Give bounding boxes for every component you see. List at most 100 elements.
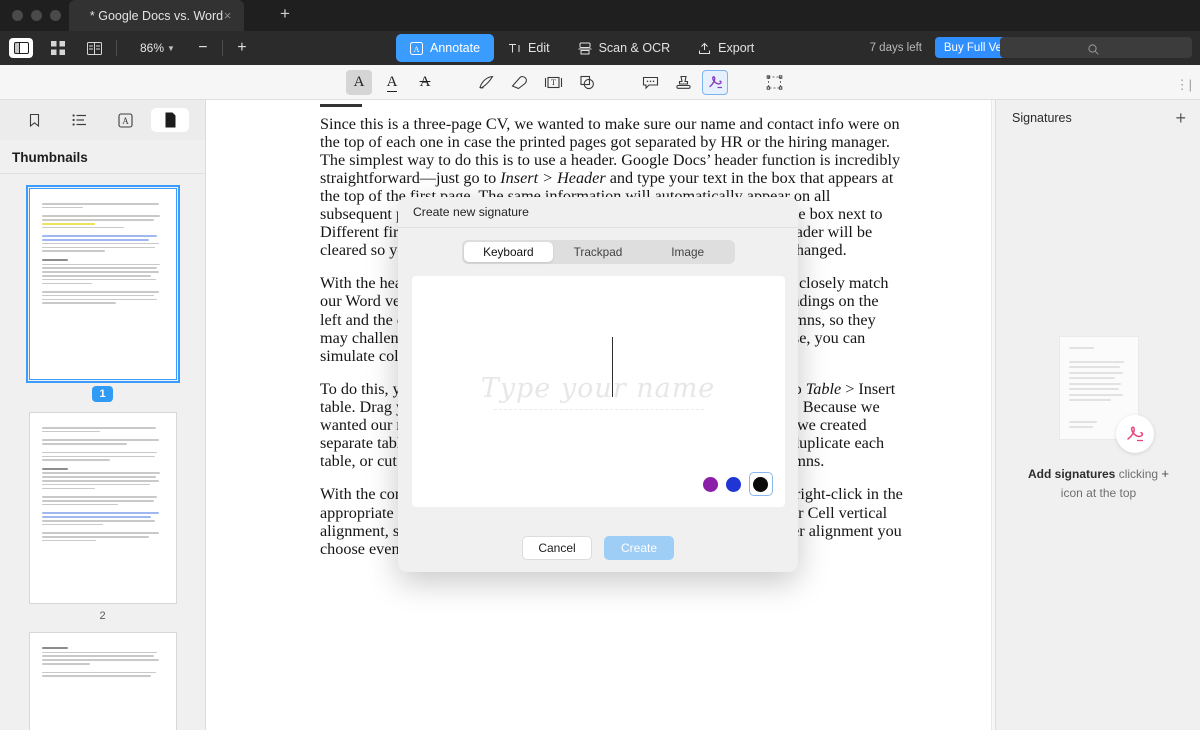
thumbnail-content (30, 633, 176, 693)
tab-image[interactable]: Image (643, 242, 733, 262)
mode-annotate-label: Annotate (430, 41, 481, 55)
title-bar: * Google Docs vs. Word × + (0, 0, 1200, 31)
zoom-in-button[interactable]: + (232, 39, 252, 57)
dialog-title: Create new signature (413, 205, 529, 219)
mode-scan-ocr[interactable]: Scan & OCR (564, 34, 685, 62)
signatures-panel-header: Signatures + (996, 100, 1200, 136)
color-swatch-black-selected[interactable] (748, 472, 773, 496)
document-tab[interactable]: * Google Docs vs. Word × (69, 0, 244, 31)
annotation-toolbar: A A A T ⋮| (0, 65, 1200, 100)
signature-badge-icon (1115, 415, 1154, 453)
color-swatch-black (753, 476, 768, 492)
dialog-actions: Cancel Create (398, 536, 798, 560)
create-button[interactable]: Create (604, 536, 674, 560)
mode-scan-label: Scan & OCR (598, 41, 671, 55)
thumbnail-page-number: 1 (92, 386, 113, 402)
zoom-out-button[interactable]: − (193, 39, 213, 57)
split-view-icon[interactable] (81, 37, 107, 59)
mode-export-label: Export (718, 41, 755, 55)
thumbnail-item-3[interactable] (0, 632, 205, 730)
thumbnail-list[interactable]: 1 2 (0, 174, 205, 730)
mode-switcher: A Annotate Edit Scan & OCR Export (396, 34, 768, 62)
textbox-tool[interactable]: T (540, 70, 566, 95)
app-window: * Google Docs vs. Word × + 86% ▼ − + A A… (0, 0, 1200, 730)
stamp-tool[interactable] (670, 70, 696, 95)
main-toolbar: 86% ▼ − + A Annotate Edit Scan & OCR Exp… (0, 31, 1200, 65)
signature-method-tabs: Keyboard Trackpad Image (461, 240, 735, 264)
dialog-header: Create new signature (398, 197, 798, 228)
signature-canvas[interactable]: Type your name (411, 276, 785, 507)
add-signature-icon[interactable]: + (1175, 109, 1186, 127)
right-panel-toggle-icon[interactable]: ⋮| (1176, 77, 1192, 93)
page-header-rule (320, 104, 362, 107)
document-illustration (1058, 336, 1154, 453)
thumbnail-page-1[interactable] (25, 185, 180, 383)
minimize-window-button[interactable] (31, 10, 42, 21)
plus-icon: + (1161, 466, 1169, 481)
sidebar-tab-bar: A (0, 100, 205, 140)
thumbnail-page-3[interactable] (28, 632, 177, 730)
close-tab-icon[interactable]: × (221, 9, 234, 22)
toolbar-divider-1 (116, 40, 117, 56)
thumbnail-item-2[interactable]: 2 (0, 412, 205, 622)
color-swatches (702, 472, 773, 496)
sidebar-toggle-icon[interactable] (9, 38, 33, 58)
toolbar-divider-2 (221, 40, 223, 56)
comment-tool[interactable] (637, 70, 663, 95)
signatures-empty-caption: Add signatures clicking + icon at the to… (1009, 464, 1189, 502)
shapes-tool[interactable] (574, 70, 600, 95)
grid-view-icon[interactable] (45, 37, 71, 59)
thumbnail-page-number: 2 (99, 610, 106, 622)
sidebar-item-outline[interactable] (61, 108, 99, 132)
highlight-tool-glyph: A (353, 74, 365, 90)
sidebar-item-annotations[interactable]: A (106, 108, 144, 132)
signatures-empty-state: Add signatures clicking + icon at the to… (996, 336, 1200, 502)
strikethrough-tool[interactable]: A (412, 70, 438, 95)
cancel-button[interactable]: Cancel (522, 536, 592, 560)
underline-tool-glyph: A (386, 73, 398, 92)
text-caret (611, 337, 614, 397)
strikethrough-tool-glyph: A (419, 74, 431, 90)
sidebar-item-thumbnails[interactable] (151, 108, 190, 132)
thumbnail-content (30, 413, 176, 558)
thumbnail-content (30, 189, 176, 320)
eraser-tool[interactable] (506, 70, 532, 95)
sidebar-item-bookmarks[interactable] (16, 108, 54, 132)
color-swatch-blue[interactable] (725, 476, 741, 492)
svg-text:A: A (414, 44, 420, 53)
chevron-down-icon[interactable]: ▼ (167, 44, 175, 53)
signatures-panel-title: Signatures (1012, 111, 1072, 125)
crop-select-tool[interactable] (761, 70, 787, 95)
highlight-tool[interactable]: A (346, 70, 372, 95)
mode-export[interactable]: Export (684, 34, 768, 62)
mode-edit[interactable]: Edit (494, 34, 564, 62)
window-controls[interactable] (12, 10, 61, 21)
signature-placeholder: Type your name (480, 373, 716, 404)
thumbnail-item-1[interactable]: 1 (0, 185, 205, 402)
empty-caption-rest: clicking (1115, 467, 1159, 481)
create-signature-dialog: Create new signature Keyboard Trackpad I… (398, 197, 798, 572)
mode-annotate[interactable]: A Annotate (396, 34, 495, 62)
signature-baseline (493, 409, 704, 410)
trial-status-text: 7 days left (869, 42, 922, 54)
document-tab-label: * Google Docs vs. Word (89, 8, 224, 23)
empty-caption-bold: Add signatures (1028, 467, 1116, 481)
pen-tool[interactable] (473, 70, 499, 95)
zoom-level-value[interactable]: 86% (140, 41, 164, 55)
new-tab-icon[interactable]: + (277, 5, 293, 22)
sidebar-panel-title: Thumbnails (0, 140, 205, 174)
search-box[interactable] (1000, 37, 1192, 58)
svg-text:A: A (122, 116, 129, 126)
mode-edit-label: Edit (528, 41, 550, 55)
signature-tool[interactable] (702, 70, 728, 95)
underline-tool[interactable]: A (379, 70, 405, 95)
color-swatch-purple[interactable] (702, 476, 718, 492)
tab-trackpad[interactable]: Trackpad (553, 242, 643, 262)
tab-keyboard[interactable]: Keyboard (463, 242, 554, 262)
signatures-panel: Signatures + Add signatures clicking + i… (995, 100, 1200, 730)
empty-caption-line2: icon at the top (1060, 485, 1137, 500)
thumbnail-page-2[interactable] (28, 412, 177, 604)
maximize-window-button[interactable] (50, 10, 61, 21)
left-sidebar: A Thumbnails 1 2 (0, 100, 206, 730)
close-window-button[interactable] (12, 10, 23, 21)
